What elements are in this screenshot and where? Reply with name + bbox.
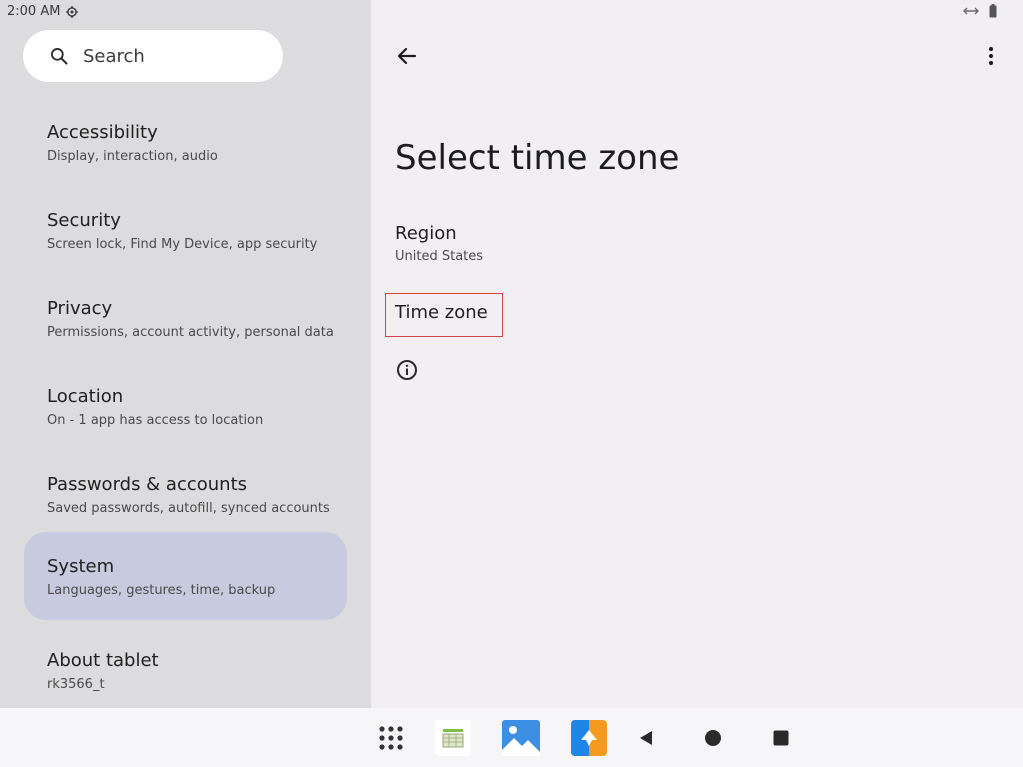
grid-icon bbox=[379, 726, 403, 750]
nav-home-icon bbox=[705, 730, 721, 746]
back-arrow-icon[interactable] bbox=[395, 44, 419, 68]
time-zone-preference[interactable]: Time zone bbox=[395, 302, 488, 323]
sidebar-item-subtitle: On - 1 app has access to location bbox=[47, 413, 264, 428]
time-zone-panel: Select time zone Region United States Ti… bbox=[371, 0, 1023, 708]
nav-home-button[interactable] bbox=[694, 719, 732, 757]
sidebar-item-subtitle: Permissions, account activity, personal … bbox=[47, 325, 334, 340]
sidebar-item-title: Privacy bbox=[47, 298, 113, 319]
app-icon-transfer[interactable] bbox=[570, 719, 608, 757]
gear-icon bbox=[66, 5, 79, 18]
sidebar-item-accessibility[interactable]: Accessibility Display, interaction, audi… bbox=[24, 106, 347, 194]
page-title: Select time zone bbox=[395, 138, 680, 178]
app-icon-table[interactable] bbox=[434, 719, 472, 757]
status-bar-left: 2:00 AM bbox=[7, 4, 79, 19]
app-drawer-button[interactable] bbox=[372, 719, 410, 757]
sidebar-item-title: System bbox=[47, 556, 115, 577]
taskbar bbox=[0, 708, 1023, 767]
transfer-app-icon bbox=[571, 720, 607, 756]
nav-back-icon bbox=[640, 731, 652, 745]
sidebar-item-privacy[interactable]: Privacy Permissions, account activity, p… bbox=[24, 282, 347, 370]
battery-icon bbox=[989, 4, 997, 18]
sidebar-item-title: Accessibility bbox=[47, 122, 158, 143]
sidebar-item-title: About tablet bbox=[47, 650, 159, 671]
sidebar-item-location[interactable]: Location On - 1 app has access to locati… bbox=[24, 370, 347, 458]
sidebar-item-subtitle: Screen lock, Find My Device, app securit… bbox=[47, 237, 318, 252]
sidebar-item-title: Passwords & accounts bbox=[47, 474, 248, 495]
sidebar-item-subtitle: Languages, gestures, time, backup bbox=[47, 583, 276, 598]
gallery-app-icon bbox=[502, 720, 540, 756]
search-label: Search bbox=[83, 45, 145, 67]
info-icon bbox=[397, 360, 417, 380]
nav-back-button[interactable] bbox=[627, 719, 665, 757]
sidebar-item-subtitle: Display, interaction, audio bbox=[47, 149, 218, 164]
search-icon bbox=[51, 48, 68, 65]
region-value: United States bbox=[395, 249, 484, 264]
search-bar[interactable]: Search bbox=[23, 30, 283, 82]
sidebar-item-subtitle: Saved passwords, autofill, synced accoun… bbox=[47, 501, 330, 516]
ethernet-icon bbox=[963, 7, 979, 15]
more-vert-icon[interactable] bbox=[979, 44, 1003, 68]
sidebar-item-system[interactable]: System Languages, gestures, time, backup bbox=[24, 532, 347, 620]
table-app-icon bbox=[435, 720, 471, 756]
status-bar-right bbox=[963, 4, 997, 18]
nav-recents-icon bbox=[773, 730, 789, 746]
sidebar-item-title: Security bbox=[47, 210, 121, 231]
status-time: 2:00 AM bbox=[7, 4, 61, 19]
region-title: Region bbox=[395, 223, 457, 244]
settings-sidebar: 2:00 AM Search Accessibility Display, in… bbox=[0, 0, 371, 708]
sidebar-item-title: Location bbox=[47, 386, 124, 407]
nav-recents-button[interactable] bbox=[762, 719, 800, 757]
sidebar-item-security[interactable]: Security Screen lock, Find My Device, ap… bbox=[24, 194, 347, 282]
app-icon-gallery[interactable] bbox=[502, 719, 540, 757]
sidebar-item-subtitle: rk3566_t bbox=[47, 677, 105, 692]
